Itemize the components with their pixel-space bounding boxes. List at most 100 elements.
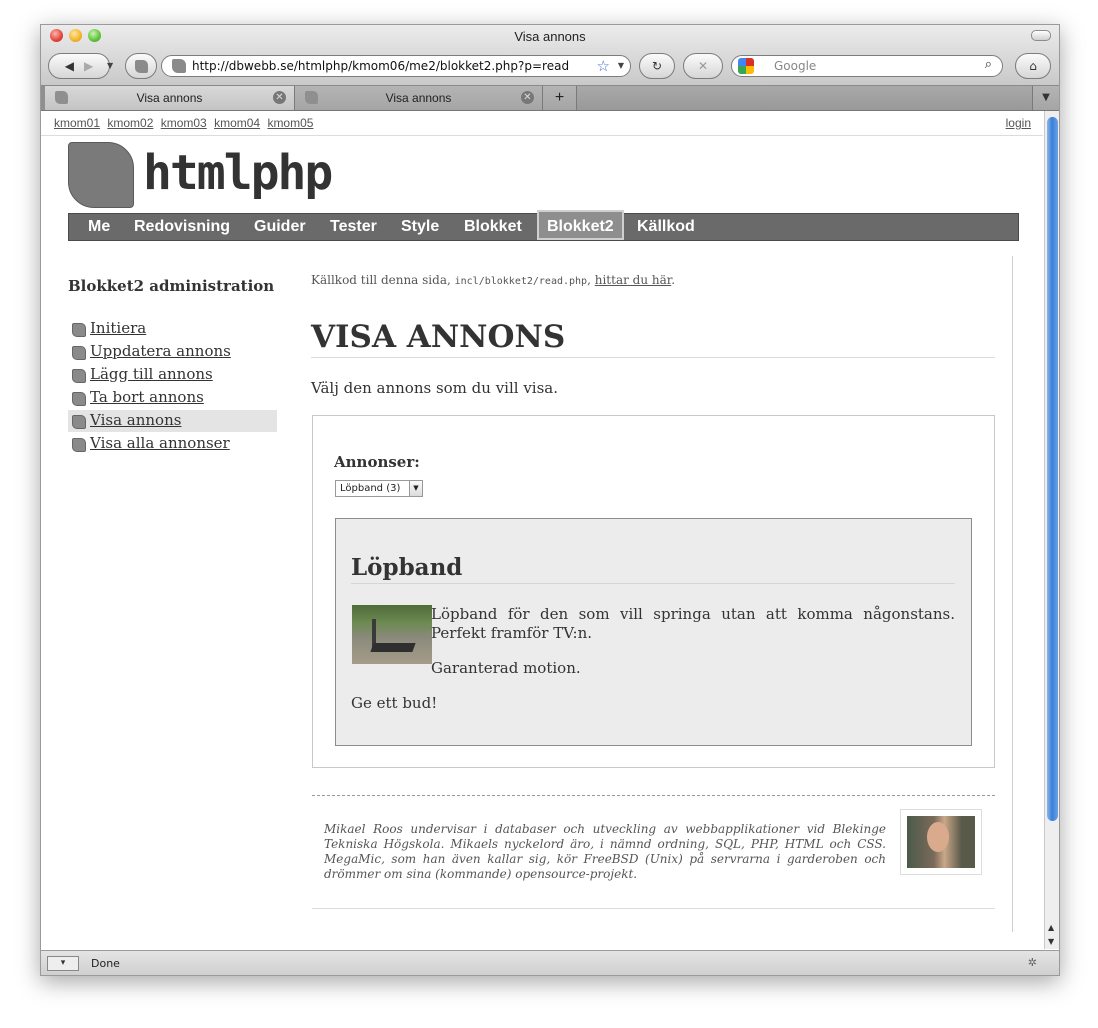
stop-button[interactable]: ✕ [683,53,723,79]
site-logo-text[interactable]: htmlphp [143,145,333,201]
link-kmom02[interactable]: kmom02 [107,116,153,130]
bullet-icon [72,438,86,452]
home-icon: ⌂ [1029,59,1037,73]
search-placeholder[interactable]: Google [774,59,816,73]
tab-close-icon[interactable]: ✕ [521,91,534,104]
tab-label: Visa annons [385,91,452,105]
vertical-scrollbar[interactable]: ▲ ▼ [1044,111,1059,949]
ad-select-value[interactable]: Löpband (3) [340,483,400,494]
title-bar: Visa annons ◀ ▶ ▼ http://dbwebb.se/htmlp… [41,25,1059,86]
tab-list-icon[interactable]: ▼ [1032,86,1059,110]
tab-visa-annons-1[interactable]: Visa annons ✕ [45,86,295,110]
google-search-engine-icon[interactable] [738,58,754,74]
bullet-icon [72,392,86,406]
status-addon-icon[interactable]: ✲ [1028,956,1037,969]
sidebar-item-visa-annons[interactable]: Visa annons [68,410,277,432]
sidebar-title: Blokket2 administration [68,277,275,295]
toolbar-toggle-icon[interactable] [1031,30,1051,41]
page-viewport: kmom01 kmom02 kmom03 kmom04 kmom05 login… [41,111,1043,949]
status-bar: ▾ Done ✲ [41,950,1059,975]
scrollbar-thumb[interactable] [1047,117,1058,821]
reload-button[interactable]: ↻ [639,53,675,79]
source-comma: , [587,273,591,287]
course-links: kmom01 kmom02 kmom03 kmom04 kmom05 [54,116,317,130]
ad-description: Löpband för den som vill springa utan at… [431,605,955,642]
scroll-up-icon[interactable]: ▲ [1048,923,1054,932]
address-bar[interactable]: http://dbwebb.se/htmlphp/kmom06/me2/blok… [161,55,631,77]
sidebar-item-label[interactable]: Lägg till annons [90,365,213,383]
bullet-icon [72,415,86,429]
sidebar-item-lagg-till[interactable]: Lägg till annons [68,364,277,386]
link-kmom01[interactable]: kmom01 [54,116,100,130]
back-forward-buttons[interactable]: ◀ ▶ [48,53,110,79]
ad-title: Löpband [351,554,463,581]
footer-bio: Mikael Roos undervisar i databaser och u… [324,822,886,881]
page-favicon-icon [172,59,186,73]
sidebar-item-label[interactable]: Initiera [90,319,146,337]
bookmark-star-icon[interactable]: ☆ [597,57,610,75]
link-kmom05[interactable]: kmom05 [267,116,313,130]
sidebar-item-visa-alla[interactable]: Visa alla annonser [68,433,277,455]
sidebar-item-label[interactable]: Ta bort annons [90,388,204,406]
magnifier-icon[interactable]: ⌕ [985,57,992,72]
site-icon-button[interactable] [125,53,157,79]
tab-favicon-icon [55,91,68,104]
reload-icon: ↻ [651,59,663,73]
nav-blokket[interactable]: Blokket [464,214,522,240]
forward-arrow-icon[interactable]: ▶ [84,59,93,73]
source-prefix: Källkod till denna sida, [311,273,451,287]
source-path: incl/blokket2/read.php [454,276,588,287]
home-button[interactable]: ⌂ [1015,53,1051,79]
back-arrow-icon[interactable]: ◀ [65,59,74,73]
sidebar-item-label[interactable]: Visa annons [90,411,181,429]
tab-label: Visa annons [136,91,203,105]
tab-favicon-icon [305,91,318,104]
history-dropdown-icon[interactable]: ▼ [107,61,113,70]
new-tab-button[interactable]: + [543,86,577,110]
sidebar-item-initiera[interactable]: Initiera [68,318,277,340]
tab-bar: Visa annons ✕ Visa annons ✕ + ▼ [41,86,1059,111]
browser-window: Visa annons ◀ ▶ ▼ http://dbwebb.se/htmlp… [40,24,1060,976]
status-text: Done [91,957,120,970]
footer-dashed-divider [312,795,995,796]
nav-tester[interactable]: Tester [330,214,377,240]
ad-title-divider [351,583,955,584]
ad-select[interactable]: Löpband (3) ▼ [335,480,423,497]
site-logo-icon[interactable] [68,142,134,208]
url-dropdown-icon[interactable]: ▼ [618,61,624,70]
intro-text: Välj den annons som du vill visa. [311,379,559,397]
ad-paragraph-3: Ge ett bud! [351,694,438,712]
ads-label: Annonser: [334,453,420,471]
plus-icon: + [554,89,565,106]
source-link[interactable]: hittar du här [595,273,671,287]
top-divider [41,135,1043,136]
chevron-down-icon[interactable]: ▼ [409,481,422,496]
sidebar-item-uppdatera[interactable]: Uppdatera annons [68,341,277,363]
status-tools-icon[interactable]: ▾ [47,956,79,971]
sidebar-item-label[interactable]: Visa alla annonser [90,434,230,452]
site-favicon-icon [134,59,148,73]
tab-visa-annons-2[interactable]: Visa annons ✕ [295,86,543,110]
url-text[interactable]: http://dbwebb.se/htmlphp/kmom06/me2/blok… [192,59,569,73]
sidebar-item-ta-bort[interactable]: Ta bort annons [68,387,277,409]
login-link[interactable]: login [1006,116,1031,130]
tab-close-icon[interactable]: ✕ [273,91,286,104]
scroll-down-icon[interactable]: ▼ [1048,937,1054,946]
footer-divider [312,908,995,909]
source-suffix: . [671,273,676,287]
nav-guider[interactable]: Guider [254,214,306,240]
page-title: VISA ANNONS [311,319,566,355]
treadmill-image [352,605,432,664]
search-bar[interactable]: Google ⌕ [731,55,1003,77]
link-kmom04[interactable]: kmom04 [214,116,260,130]
source-info: Källkod till denna sida, incl/blokket2/r… [311,273,675,287]
nav-style[interactable]: Style [401,214,439,240]
nav-redovisning[interactable]: Redovisning [134,214,230,240]
nav-blokket2[interactable]: Blokket2 [537,210,624,240]
nav-me[interactable]: Me [88,214,110,240]
nav-kallkod[interactable]: Källkod [637,214,695,240]
link-kmom03[interactable]: kmom03 [161,116,207,130]
avatar [900,809,982,875]
stop-icon: ✕ [697,59,709,73]
sidebar-item-label[interactable]: Uppdatera annons [90,342,231,360]
